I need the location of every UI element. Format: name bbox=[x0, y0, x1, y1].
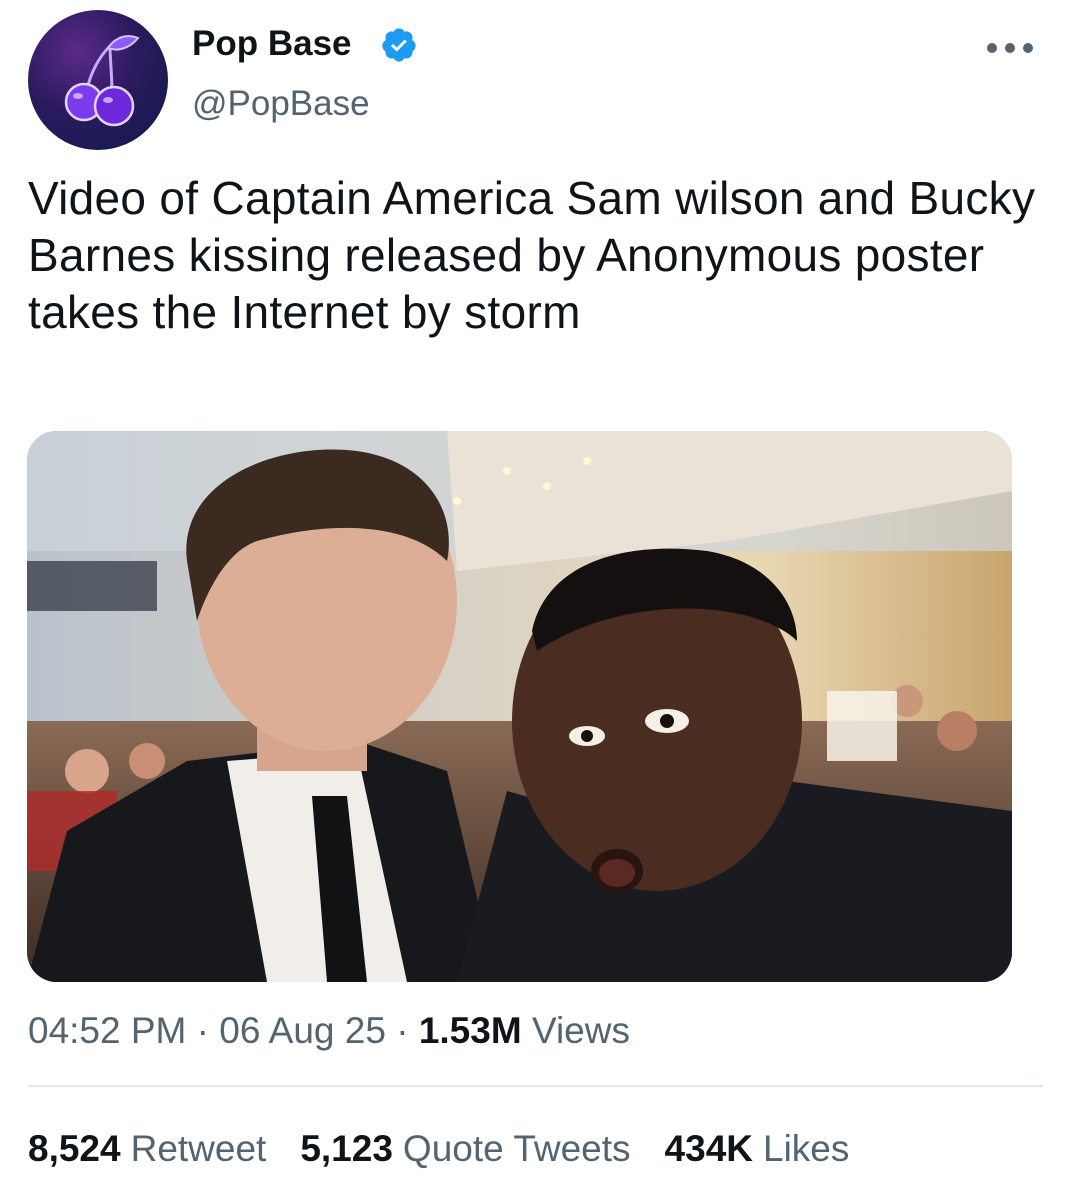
photo-image bbox=[27, 431, 1012, 982]
tweet-meta: 04:52 PM · 06 Aug 25 · 1.53M Views bbox=[28, 1010, 630, 1052]
divider bbox=[28, 1085, 1043, 1087]
likes-label: Likes bbox=[763, 1128, 850, 1169]
tweet-date[interactable]: 06 Aug 25 bbox=[219, 1010, 386, 1051]
tweet-text: Video of Captain America Sam wilson and … bbox=[28, 172, 1036, 338]
meta-separator: · bbox=[396, 1010, 409, 1051]
tweet-time[interactable]: 04:52 PM bbox=[28, 1010, 186, 1051]
retweets-count: 8,524 bbox=[28, 1128, 121, 1169]
quote-tweets-count: 5,123 bbox=[300, 1128, 393, 1169]
avatar[interactable] bbox=[28, 10, 168, 150]
tweet-media-photo[interactable] bbox=[27, 431, 1012, 982]
meta-separator: · bbox=[196, 1010, 209, 1051]
likes-count: 434K bbox=[664, 1128, 753, 1169]
more-options-icon[interactable] bbox=[987, 38, 1033, 58]
cherry-icon bbox=[64, 35, 140, 127]
views-count: 1.53M bbox=[418, 1010, 522, 1051]
quote-tweets-label: Quote Tweets bbox=[402, 1128, 631, 1169]
verified-badge-icon bbox=[382, 28, 416, 62]
tweet-card: Pop Base @PopBase Video of Captain Ameri… bbox=[0, 0, 1071, 1200]
user-handle[interactable]: @PopBase bbox=[192, 84, 370, 124]
quote-tweets-stat[interactable]: 5,123 Quote Tweets bbox=[300, 1128, 630, 1170]
engagement-stats: 8,524 Retweet 5,123 Quote Tweets 434K Likes bbox=[28, 1128, 849, 1170]
retweets-label: Retweet bbox=[130, 1128, 267, 1169]
likes-stat[interactable]: 434K Likes bbox=[665, 1128, 850, 1170]
retweets-stat[interactable]: 8,524 Retweet bbox=[28, 1128, 266, 1170]
display-name[interactable]: Pop Base bbox=[192, 24, 352, 64]
views-label: Views bbox=[531, 1010, 630, 1051]
